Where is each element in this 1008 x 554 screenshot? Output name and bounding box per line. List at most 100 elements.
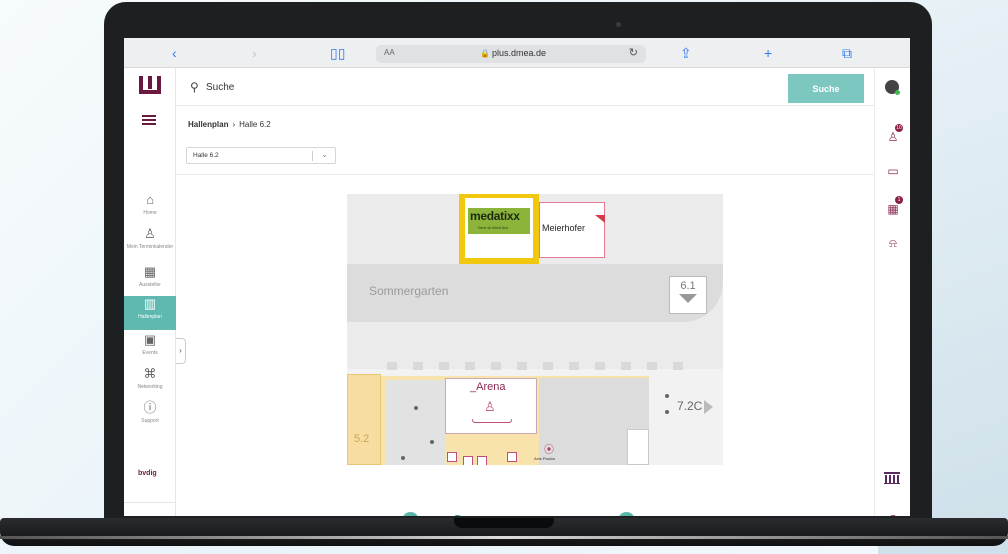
sidebar-item-label: Hallenplan — [138, 314, 162, 320]
screen: ‹ › ▯▯ AA 🔒 plus.dmea.de ↻ ⇪ + ⧉ ⌂ Home ♙… — [124, 38, 910, 516]
calendar-icon[interactable]: ▦ — [886, 202, 900, 216]
zoom-in-button[interactable]: + — [618, 512, 635, 516]
contacts-badge: 10 — [895, 124, 903, 132]
grid-icon: ▦ — [143, 264, 157, 279]
hall-select-value: Halle 6.2 — [193, 152, 219, 159]
back-icon[interactable]: ‹ — [172, 45, 177, 61]
main-content: ⚲ Suche Hallenplan›Halle 6.2 Halle 6.2 ⌄… — [176, 68, 874, 516]
wall-stripes — [387, 362, 717, 370]
hall-sign-61-label: 6.1 — [680, 280, 696, 292]
sidebar-item-hallenplan[interactable]: ▥ Hallenplan — [124, 296, 176, 330]
pillar-icon — [430, 440, 434, 444]
laptop-base-highlight — [0, 536, 1008, 539]
url-value: plus.dmea.de — [491, 48, 547, 58]
event-icon: ▣ — [143, 332, 157, 347]
bell-icon[interactable]: ⍾ — [886, 236, 900, 250]
pillar-icon — [665, 410, 669, 414]
medatixx-logo: medatixx Denn du führst Arzt — [468, 208, 530, 234]
booth-small[interactable] — [447, 452, 457, 462]
sidebar: ⌂ Home ♙ Mein Terminkalender ▦ Ausstelle… — [124, 68, 176, 516]
area-sommergarten-label: Sommergarten — [369, 284, 449, 298]
calendar-user-icon: ♙ — [144, 226, 156, 241]
chat-icon[interactable]: ▭ — [886, 164, 900, 178]
app-logo[interactable] — [139, 76, 161, 94]
avatar[interactable] — [885, 80, 900, 95]
calendar-badge: 1 — [895, 196, 903, 204]
hall-sign-72c[interactable]: 7.2C — [677, 399, 714, 414]
bookmarks-icon[interactable]: ▯▯ — [330, 45, 345, 61]
device-icon[interactable]: ▯ — [886, 512, 900, 516]
sidebar-item-aussteller[interactable]: ▦ Aussteller — [124, 264, 176, 298]
expand-panel-button[interactable]: › — [176, 338, 186, 364]
pillar-icon — [401, 456, 405, 460]
pillar-icon — [665, 394, 669, 398]
search-input[interactable] — [206, 77, 766, 97]
pin-label: Anis Paulus — [534, 456, 556, 461]
sidebar-item-label: Events — [142, 350, 158, 356]
zoom-slider-handle[interactable] — [451, 515, 463, 516]
right-rail: ♙ 10 ▭ ▦ 1 ⍾ ▯ — [874, 68, 910, 516]
booth-small[interactable] — [477, 456, 487, 465]
new-tab-icon[interactable]: + — [764, 45, 772, 61]
sidebar-item-terminkalender[interactable]: ♙ Mein Terminkalender — [124, 226, 176, 260]
laptop-notch — [454, 518, 554, 528]
browser-toolbar: ‹ › ▯▯ AA 🔒 plus.dmea.de ↻ ⇪ + ⧉ — [124, 38, 910, 68]
tabs-overview-icon[interactable]: ⧉ — [842, 45, 852, 61]
sidebar-item-home[interactable]: ⌂ Home — [124, 192, 176, 226]
share-icon[interactable]: ⇪ — [680, 45, 692, 61]
sidebar-item-networking[interactable]: ⌘ Networking — [124, 366, 176, 400]
reload-icon[interactable]: ↻ — [629, 46, 638, 59]
breadcrumb-current: Halle 6.2 — [239, 120, 271, 129]
map-icon: ▥ — [143, 296, 157, 311]
menu-icon[interactable] — [142, 115, 156, 127]
booth-meierhofer[interactable]: Meierhofer — [539, 202, 605, 258]
chevron-down-icon: ⌄ — [321, 150, 328, 159]
library-icon[interactable] — [884, 472, 900, 484]
hall-sign-61[interactable]: 6.1 — [669, 276, 707, 314]
floor-plan[interactable]: Sommergarten medatixx Denn du führst Arz… — [347, 194, 723, 465]
search-bar: ⚲ Suche — [176, 68, 874, 106]
webcam — [616, 22, 621, 27]
booth-small-right[interactable] — [627, 429, 649, 465]
url-text: 🔒 plus.dmea.de — [480, 48, 546, 58]
medatixx-logo-text: medatixx — [470, 209, 520, 223]
network-icon: ⌘ — [143, 366, 157, 381]
pillar-icon — [414, 406, 418, 410]
home-icon: ⌂ — [146, 192, 154, 207]
sidebar-item-support[interactable]: ⓘ Support — [124, 400, 176, 434]
search-icon: ⚲ — [190, 80, 199, 94]
hall-select[interactable]: Halle 6.2 ⌄ — [186, 147, 336, 164]
reader-aa-button[interactable]: AA — [384, 48, 395, 57]
sidebar-item-label: Support — [141, 418, 159, 424]
booth-small[interactable] — [463, 456, 473, 465]
sidebar-item-label: Home — [143, 210, 157, 216]
arena-label: _Arena — [470, 381, 506, 393]
sidebar-item-label: Networking — [137, 384, 163, 390]
sidebar-item-events[interactable]: ▣ Events — [124, 332, 176, 366]
meierhofer-logo-text: Meierhofer — [542, 223, 586, 233]
meierhofer-flag-icon — [595, 215, 605, 223]
speaker-icon: ♙ — [484, 399, 496, 414]
booth-medatixx[interactable]: medatixx Denn du führst Arzt — [459, 194, 539, 264]
stage-icon — [472, 419, 512, 423]
address-bar[interactable]: AA 🔒 plus.dmea.de ↻ — [376, 45, 646, 63]
forward-icon[interactable]: › — [252, 45, 257, 61]
chevron-right-icon: › — [232, 120, 236, 129]
sidebar-item-label: Mein Terminkalender — [126, 244, 174, 250]
contacts-icon[interactable]: ♙ — [886, 130, 900, 144]
select-divider — [312, 151, 313, 161]
arrow-down-icon — [679, 294, 697, 303]
zoom-out-button[interactable]: − — [402, 512, 419, 516]
hall-52[interactable]: 5.2 — [347, 374, 381, 465]
breadcrumb: Hallenplan › Halle 6.2 — [188, 120, 271, 129]
breadcrumb-root[interactable]: Hallenplan — [188, 120, 228, 129]
area-arena[interactable]: _Arena ♙ — [445, 378, 537, 434]
booth-small[interactable] — [507, 452, 517, 462]
booth-block-grey[interactable] — [385, 380, 445, 465]
search-button[interactable]: Suche — [788, 74, 864, 103]
location-pin-icon[interactable]: ⦿ — [544, 441, 554, 456]
language-switch[interactable]: DE — [124, 502, 176, 516]
partner-logo[interactable]: bvdig — [138, 470, 157, 477]
hall-52-label: 5.2 — [354, 433, 370, 445]
divider — [176, 174, 874, 175]
